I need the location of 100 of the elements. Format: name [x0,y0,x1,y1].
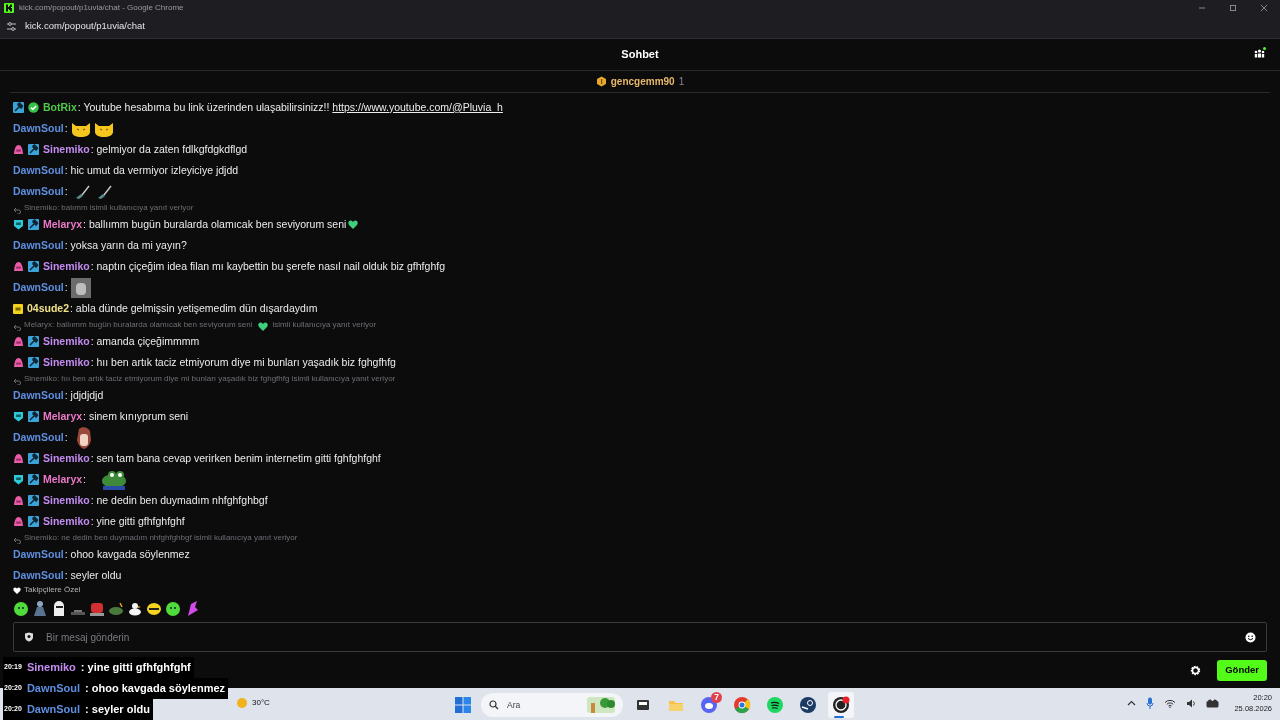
gift-count: 1 [678,75,685,89]
send-button[interactable]: Gönder [1217,659,1267,681]
address-bar[interactable]: kick.com/popout/p1uvia/chat [25,19,145,34]
overlay-username: DawnSoul [25,702,82,718]
message-text: : hıı ben artık taciz etmiyorum diye mi bunları yaşadık biz fghgfhfg [90,354,396,370]
cat-emote-icon [93,120,114,137]
hammer-badge-icon [28,495,39,506]
subscriber-badge-icon [13,516,24,527]
chat-username[interactable]: Sinemiko [43,258,90,275]
message-text: : [83,471,87,487]
chat-username[interactable]: Sinemiko [43,513,90,530]
overlay-message-text: : ohoo kavgada söylenmez [84,681,227,697]
hammer-badge-icon [28,144,39,155]
chrome-icon [733,696,751,714]
overlay-username: Sinemiko [25,660,77,676]
overlay-username: DawnSoul [25,681,82,697]
chat-username[interactable]: DawnSoul [13,546,64,563]
message-input[interactable]: Bir mesaj gönderin [46,629,1233,645]
weather-temperature: 30°C [252,697,270,709]
chat-username[interactable]: DawnSoul [13,567,64,584]
shield-icon [24,632,34,642]
message-text: : yine gitti gfhfghfghf [90,513,185,529]
users-icon[interactable] [1253,47,1266,60]
photo-placeholder [70,277,91,298]
volume-icon[interactable] [1186,698,1197,708]
chat-username[interactable]: DawnSoul [13,120,64,137]
section-label: Takipçilere Özel [24,584,81,596]
subscriber-badge-icon [13,474,24,485]
chat-username[interactable]: Sinemiko [43,354,90,371]
blob-emote-icon[interactable] [165,599,181,617]
message-text: : [64,279,68,295]
rank-badge-icon [595,76,607,87]
hammer-badge-icon [28,261,39,272]
subscriber-badge-icon [13,495,24,506]
chat-username[interactable]: DawnSoul [13,162,64,179]
message-text: : amanda çiçeğimmmm [90,333,200,349]
chevron-up-icon[interactable] [1127,700,1137,706]
hammer-badge-icon [28,357,39,368]
reply-preview-text: Sinemiko: ne dedin ben duymadım nhfghfghbgf isimli kullanıcıya yanıt veriyor [24,532,298,544]
notification-badge: 7 [711,692,722,703]
maximize-icon[interactable] [1229,3,1237,12]
chat-username[interactable]: Sinemiko [43,492,90,509]
message-field[interactable]: Bir mesaj gönderin [13,622,1267,652]
island-picture-icon [587,697,615,713]
hammer-badge-icon [28,336,39,347]
chat-username[interactable]: Sinemiko [43,333,90,350]
chat-username[interactable]: DawnSoul [13,387,64,404]
windows-start-icon[interactable] [454,696,472,714]
subscriber-badge-icon [13,453,24,464]
chat-username[interactable]: Melaryx [43,216,83,233]
taskbar-app-button[interactable] [828,692,854,718]
discord-icon [700,696,718,714]
chat-username[interactable]: DawnSoul [13,279,64,296]
message-text: : [64,429,68,445]
taskbar-app-button[interactable]: 7 [696,692,722,718]
overlay-message-text: : seyler oldu [84,702,151,718]
chat-username[interactable]: Sinemiko [43,141,90,158]
message-text: : seyler oldu [64,567,122,583]
blob-emote-icon[interactable] [13,599,29,617]
chat-username[interactable]: DawnSoul [13,429,64,446]
chat-username[interactable]: Melaryx [43,408,83,425]
chat-username[interactable]: BotRix [43,99,77,116]
message-text: : sen tam bana cevap verirken benim internetim gitti fghfghfghf [90,450,381,466]
close-icon[interactable] [1260,3,1268,12]
chat-username[interactable]: 04sude2 [27,300,70,317]
gifter-username[interactable]: gencgemm90 [610,74,675,89]
message-text: : jdjdjdjd [64,387,104,403]
reply-preview-text: Melaryx: ballıımm bugün buralarda olamıcak ben seviyorum seni [24,319,253,331]
message-text: : abla dünde gelmişsin yetişemedim dün dışardaydım [70,300,318,316]
site-settings-icon[interactable] [6,21,17,32]
message-text: : naptın çiçeğim idea filan mı kaybettin bu şerefe nasıl nail olduk biz gfhfghfg [90,258,445,274]
chat-username[interactable]: DawnSoul [13,183,64,200]
person-emote-icon[interactable] [32,599,48,617]
reply-icon [13,207,21,214]
subscriber-badge-icon [13,261,24,272]
taskbar-search-field[interactable]: Ara [481,693,623,717]
subscriber-badge-icon [13,336,24,347]
heart-emoji-icon [257,322,268,331]
search-icon [489,700,499,710]
emoji-icon[interactable] [1245,631,1256,643]
subscriber-badge-icon [13,219,24,230]
reply-preview-text: isimli kullanıcıya yanıt veriyor [272,319,377,331]
cat-emote-icon [70,120,91,137]
chat-title: Sohbet [621,47,659,63]
subscriber-badge-icon [13,144,24,155]
steam-icon [799,696,817,714]
chat-username[interactable]: Melaryx [43,471,83,488]
reply-icon [13,378,21,385]
hammer-badge-icon [28,474,39,485]
message-link[interactable]: https://www.youtube.com/@Pluvia_h [332,99,503,116]
chat-username[interactable]: Sinemiko [43,450,90,467]
hammer-badge-icon [28,411,39,422]
wifi-icon[interactable] [1164,698,1177,708]
obs-icon [832,696,850,714]
settings-icon[interactable] [1190,664,1202,676]
message-text: : hic umut da vermiyor izleyiciye jdjdd [64,162,239,178]
microphone-icon[interactable] [1146,697,1155,709]
verified-badge-icon [28,102,39,113]
chat-username[interactable]: DawnSoul [13,237,64,254]
message-text: : ballıımm bugün buralarda olamıcak ben seviyorum seni [83,216,347,232]
